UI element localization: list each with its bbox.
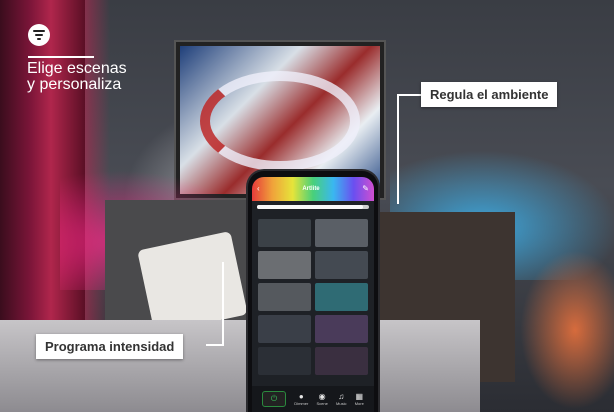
headline-line-2: y personaliza: [27, 76, 122, 93]
headline: Elige escenas y personaliza: [27, 61, 127, 93]
tab-scene[interactable]: ◉ Scene: [317, 392, 328, 406]
app-screen: ‹ Artlite ✎ ⏻ ● Dimmer ◉ Scene ♫ Music ▦ Mor…: [252, 177, 374, 412]
callout-left-leader-v: [222, 262, 224, 346]
scene-tile[interactable]: [258, 219, 311, 247]
callout-left-leader-h: [206, 344, 224, 346]
tab-label: Dimmer: [294, 401, 309, 406]
tab-label: Scene: [316, 401, 328, 406]
scene-tile[interactable]: [258, 251, 311, 279]
callout-right-leader-h: [397, 94, 421, 96]
more-icon: ▦: [355, 392, 364, 401]
app-header: ‹ Artlite ✎: [252, 177, 374, 201]
callout-regula-ambiente: Regula el ambiente: [421, 82, 558, 107]
tab-label: More: [354, 401, 364, 406]
scene-tile[interactable]: [258, 347, 311, 375]
scene-tile[interactable]: [315, 347, 368, 375]
scene-tile[interactable]: [315, 283, 368, 311]
hero-scene: Elige escenas y personaliza Regula el am…: [0, 0, 614, 412]
scene-tile[interactable]: [315, 219, 368, 247]
callout-right-leader-v: [397, 94, 399, 204]
brightness-slider[interactable]: [257, 205, 369, 209]
callout-programa-intensidad: Programa intensidad: [36, 334, 184, 359]
scene-tile[interactable]: [258, 315, 311, 343]
edit-icon[interactable]: ✎: [362, 185, 369, 193]
tab-label: Music: [336, 401, 347, 406]
app-title: Artlite: [302, 186, 320, 192]
orange-led-glow: [520, 250, 614, 410]
brightness-slider-fill: [257, 205, 364, 209]
scene-tile[interactable]: [315, 251, 368, 279]
headline-line-1: Elige escenas: [27, 60, 127, 77]
tab-music[interactable]: ♫ Music: [336, 392, 346, 406]
scene-tile[interactable]: [315, 315, 368, 343]
scene-grid: [258, 219, 368, 375]
painting-swirl: [200, 71, 360, 171]
back-icon[interactable]: ‹: [257, 185, 260, 193]
filter-menu-icon: [28, 24, 50, 46]
music-icon: ♫: [338, 392, 345, 401]
tab-more[interactable]: ▦ More: [355, 392, 364, 406]
bottom-tab-bar: ⏻ ● Dimmer ◉ Scene ♫ Music ▦ More: [252, 386, 374, 412]
smartphone: ‹ Artlite ✎ ⏻ ● Dimmer ◉ Scene ♫ Music ▦ Mor…: [248, 171, 378, 412]
power-button[interactable]: ⏻: [262, 391, 287, 407]
bulb-icon: ●: [298, 392, 304, 401]
scene-tile[interactable]: [258, 283, 311, 311]
scene-icon: ◉: [318, 392, 326, 401]
tab-dimmer[interactable]: ● Dimmer: [294, 392, 308, 406]
title-underline: [28, 56, 94, 58]
